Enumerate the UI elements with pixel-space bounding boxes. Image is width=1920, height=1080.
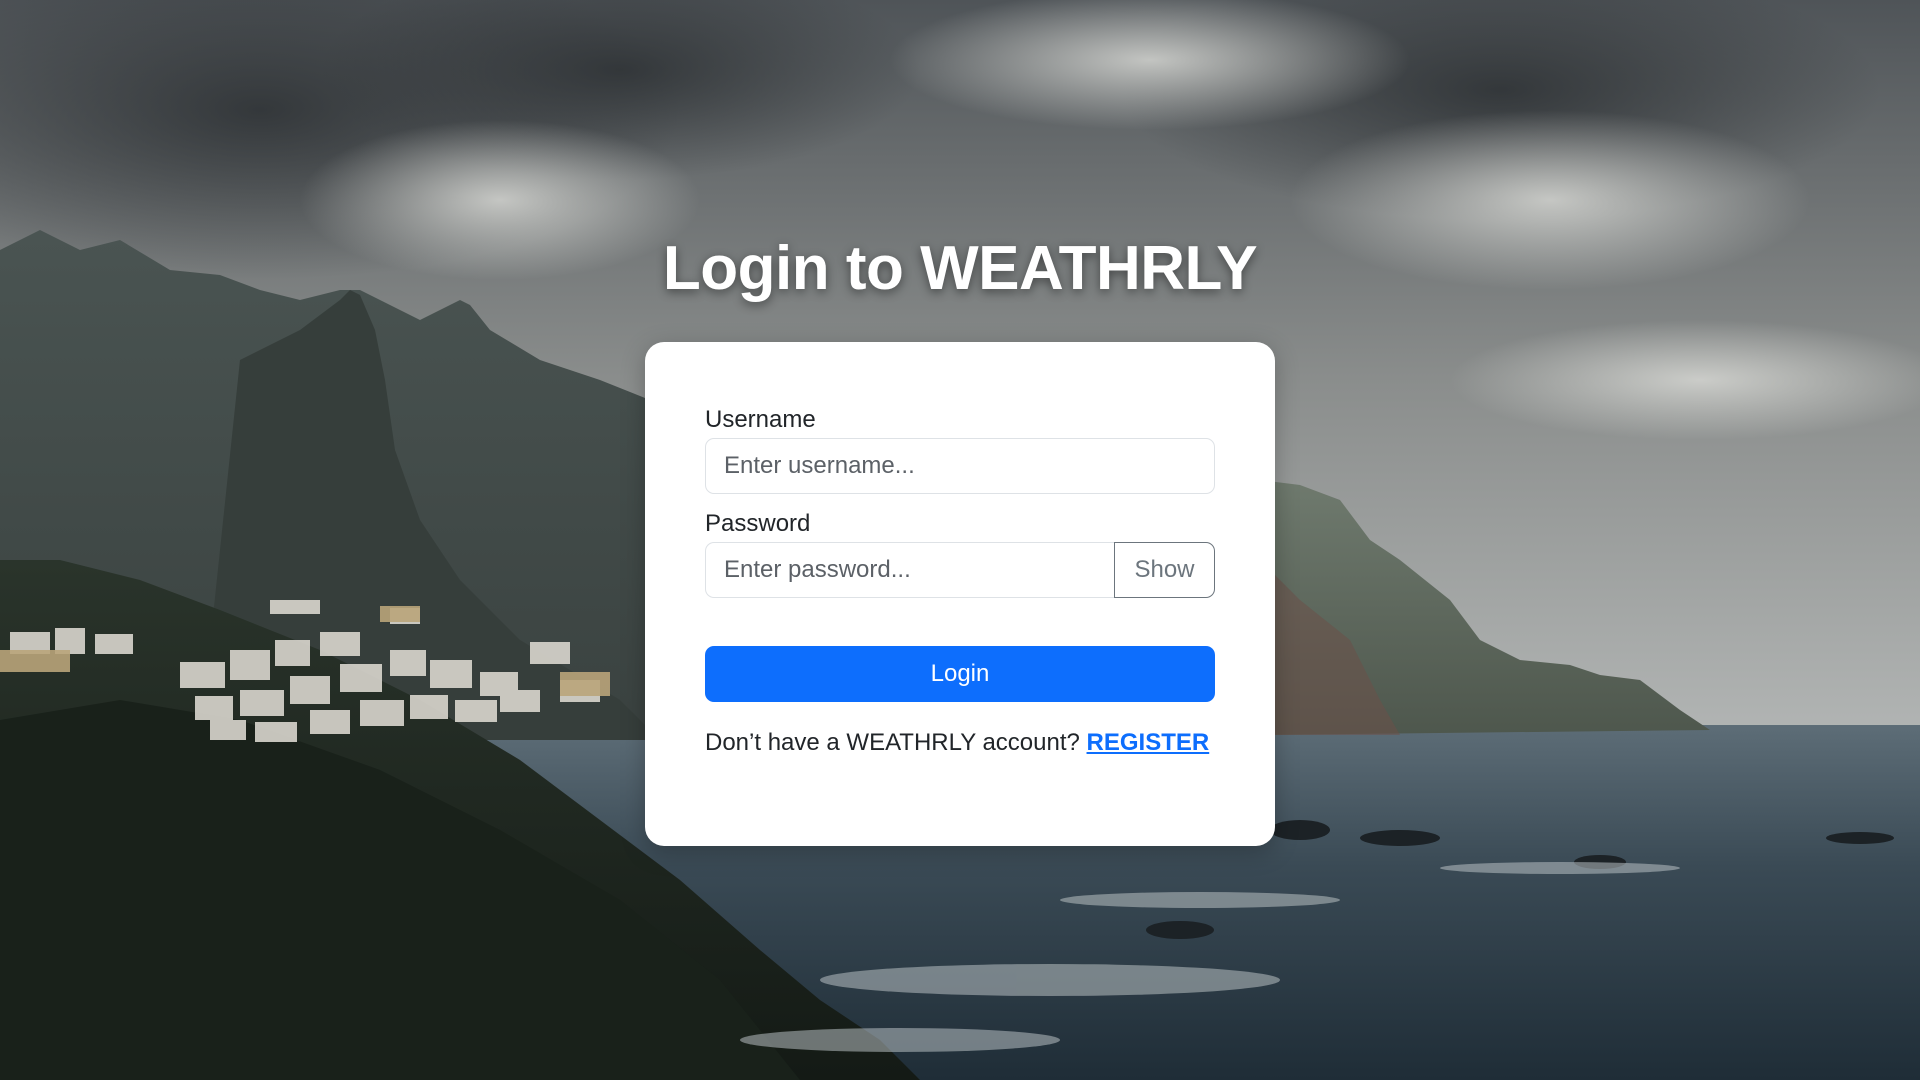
login-card: Username Password Show Login Don’t have … <box>645 342 1275 846</box>
register-link[interactable]: REGISTER <box>1087 729 1210 756</box>
username-input[interactable] <box>705 438 1215 494</box>
password-input[interactable] <box>705 542 1115 598</box>
register-prompt-line: Don’t have a WEATHRLY account? REGISTER <box>705 728 1215 758</box>
register-prompt-text: Don’t have a WEATHRLY account? <box>705 729 1080 756</box>
username-label: Username <box>705 406 816 433</box>
show-password-button[interactable]: Show <box>1114 542 1215 598</box>
password-label: Password <box>705 510 811 537</box>
page-title: Login to WEATHRLY <box>662 234 1258 303</box>
login-button[interactable]: Login <box>705 646 1215 702</box>
